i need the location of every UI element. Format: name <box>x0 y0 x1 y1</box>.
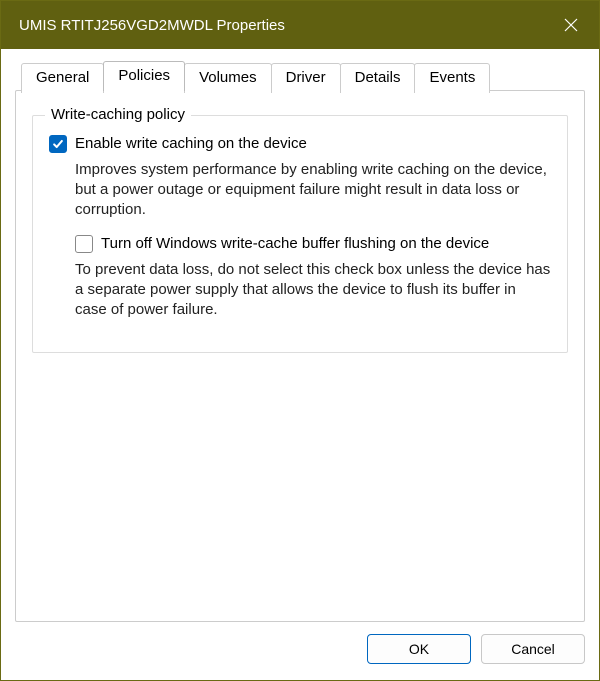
enable-write-caching-desc: Improves system performance by enabling … <box>75 160 551 220</box>
enable-write-caching-label: Enable write caching on the device <box>75 134 307 154</box>
properties-dialog: UMIS RTITJ256VGD2MWDL Properties General… <box>0 0 600 681</box>
button-bar: OK Cancel <box>15 622 585 664</box>
turn-off-flush-desc: To prevent data loss, do not select this… <box>75 260 551 320</box>
check-icon <box>52 138 64 150</box>
cancel-button[interactable]: Cancel <box>481 634 585 664</box>
tab-strip: General Policies Volumes Driver Details … <box>21 61 585 91</box>
dialog-body: General Policies Volumes Driver Details … <box>1 49 599 680</box>
enable-write-caching-option: Enable write caching on the device <box>49 134 551 154</box>
tab-panel: Write-caching policy Enable write cachin… <box>15 90 585 622</box>
turn-off-flush-option: Turn off Windows write-cache buffer flus… <box>75 234 551 254</box>
window-title: UMIS RTITJ256VGD2MWDL Properties <box>19 17 543 34</box>
group-legend: Write-caching policy <box>45 106 191 123</box>
ok-button[interactable]: OK <box>367 634 471 664</box>
tab-events[interactable]: Events <box>414 63 490 93</box>
turn-off-flush-label: Turn off Windows write-cache buffer flus… <box>101 234 489 254</box>
tab-policies[interactable]: Policies <box>103 61 185 91</box>
turn-off-flush-checkbox[interactable] <box>75 235 93 253</box>
tab-volumes[interactable]: Volumes <box>184 63 272 93</box>
close-icon <box>564 18 578 32</box>
tab-general[interactable]: General <box>21 63 104 93</box>
close-button[interactable] <box>543 1 599 49</box>
tab-details[interactable]: Details <box>340 63 416 93</box>
titlebar: UMIS RTITJ256VGD2MWDL Properties <box>1 1 599 49</box>
tab-driver[interactable]: Driver <box>271 63 341 93</box>
write-caching-group: Write-caching policy Enable write cachin… <box>32 115 568 353</box>
enable-write-caching-checkbox[interactable] <box>49 135 67 153</box>
